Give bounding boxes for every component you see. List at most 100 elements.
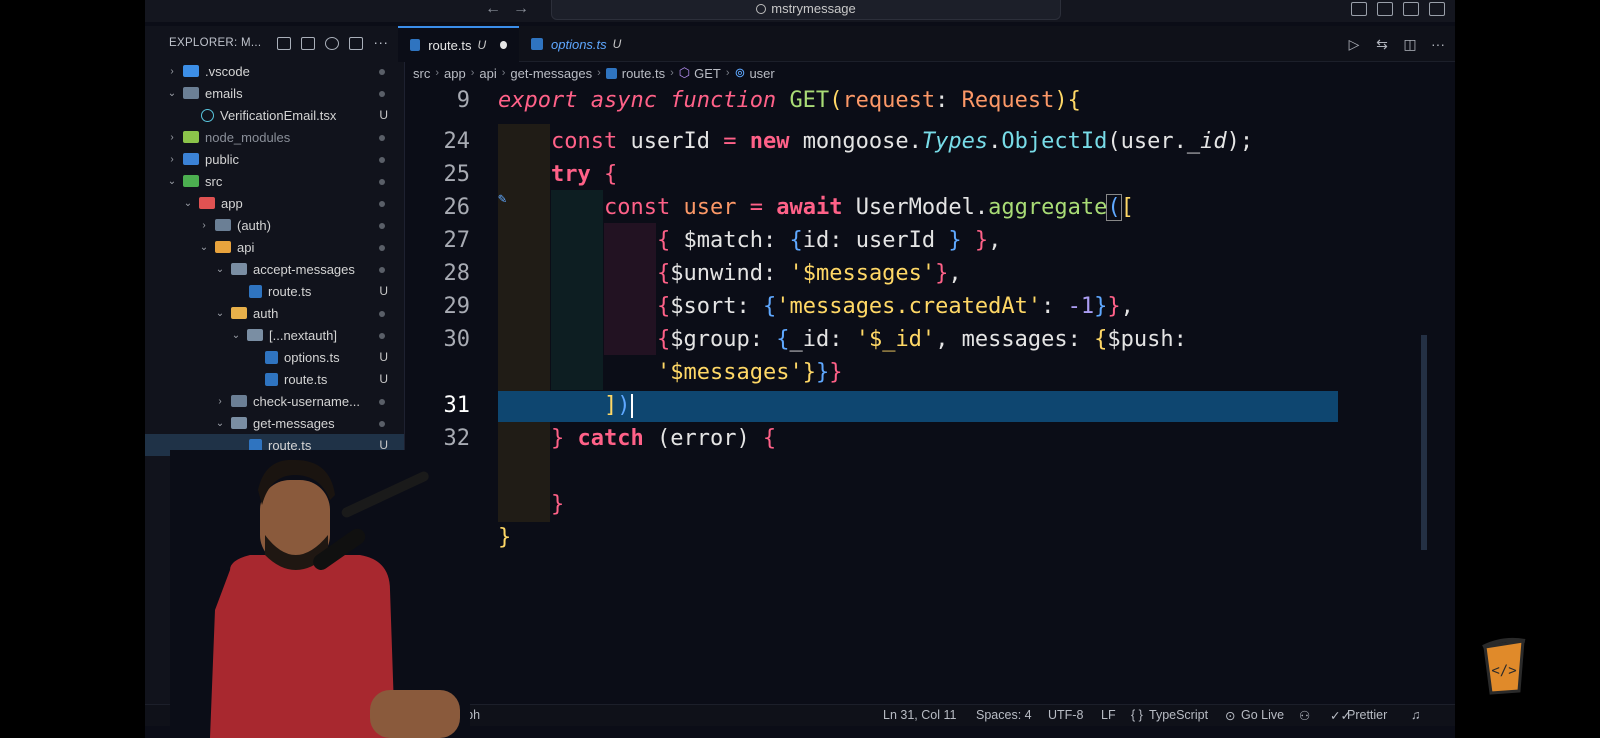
tree-item[interactable]: ⌄ src <box>145 170 404 192</box>
folder-icon <box>215 219 231 231</box>
chevron-right-icon[interactable]: › <box>213 396 227 407</box>
breadcrumb-item[interactable]: user <box>749 66 774 81</box>
tree-item[interactable]: ⌄ get-messages <box>145 412 404 434</box>
variable-symbol-icon: ⊚ <box>734 65 746 80</box>
go-live-button[interactable]: Go Live <box>1241 708 1284 722</box>
tree-item-label: check-username... <box>253 393 360 409</box>
tree-item[interactable]: › node_modules <box>145 126 404 148</box>
chevron-down-icon[interactable]: ⌄ <box>181 198 195 209</box>
breadcrumb-item[interactable]: route.ts <box>622 66 665 81</box>
auth-folder-icon <box>231 307 247 319</box>
breadcrumb-item[interactable]: get-messages <box>510 66 592 81</box>
presenter-webcam-overlay <box>170 450 470 738</box>
encoding[interactable]: UTF-8 <box>1048 708 1083 722</box>
tree-item[interactable]: › public <box>145 148 404 170</box>
folder-open-icon <box>231 417 247 429</box>
chevron-down-icon[interactable]: ⌄ <box>213 308 227 319</box>
tree-item[interactable]: ⌄ app <box>145 192 404 214</box>
tab-options-ts[interactable]: options.ts U <box>519 26 651 62</box>
tree-item[interactable]: VerificationEmail.tsx U <box>145 104 404 126</box>
git-status-dot <box>379 179 385 185</box>
collapse-all-icon[interactable] <box>349 36 364 50</box>
tree-item[interactable]: ⌄ emails <box>145 82 404 104</box>
tree-item-label: get-messages <box>253 415 335 431</box>
tab-route-ts[interactable]: route.ts U <box>398 26 519 62</box>
language-mode[interactable]: TypeScript <box>1149 708 1208 722</box>
chevron-right-icon[interactable]: › <box>197 220 211 231</box>
tree-item[interactable]: ⌄ [...nextauth] <box>145 324 404 346</box>
new-folder-icon[interactable] <box>301 36 316 50</box>
end-of-line[interactable]: LF <box>1101 708 1116 722</box>
tree-item[interactable]: route.ts U <box>145 280 404 302</box>
source-control-compare-icon[interactable]: ⇆ <box>1375 36 1389 53</box>
breadcrumb-item[interactable]: src <box>413 66 430 81</box>
back-arrow-icon[interactable]: ← <box>485 0 501 18</box>
git-status-badge: U <box>379 108 388 122</box>
cursor-position[interactable]: Ln 31, Col 11 <box>883 708 956 722</box>
git-status-badge: U <box>379 284 388 298</box>
breadcrumb-item[interactable]: GET <box>694 66 721 81</box>
public-folder-icon <box>183 153 199 165</box>
tab-label: route.ts <box>428 37 472 53</box>
chevron-down-icon[interactable]: ⌄ <box>165 176 179 187</box>
git-status-dot <box>379 91 385 97</box>
code-editor[interactable]: 9242526272829303132333435 export async f… <box>398 84 1455 704</box>
toggle-secondary-sidebar-icon[interactable] <box>1403 2 1419 16</box>
tree-item-label: emails <box>205 85 243 101</box>
folder-open-icon <box>231 263 247 275</box>
chevron-down-icon[interactable]: ⌄ <box>213 418 227 429</box>
more-actions-icon[interactable]: ··· <box>1431 36 1445 53</box>
chevron-right-icon[interactable]: › <box>165 132 179 143</box>
refresh-icon[interactable] <box>325 36 340 50</box>
tree-item[interactable]: › (auth) <box>145 214 404 236</box>
code-line-30: {$group: {_id: '$_id', messages: {$push: <box>657 327 1187 352</box>
tree-item-label: options.ts <box>284 349 340 365</box>
chevron-down-icon[interactable]: ⌄ <box>165 88 179 99</box>
tree-item-label: route.ts <box>268 283 312 299</box>
tree-item[interactable]: route.ts U <box>145 368 404 390</box>
tree-item[interactable]: › .vscode <box>145 60 404 82</box>
line-number: 31 <box>443 393 471 418</box>
command-center-search[interactable]: mstrymessage <box>551 0 1061 20</box>
notifications-bell-icon[interactable]: ♫ <box>1411 708 1420 722</box>
tree-item[interactable]: ⌄ auth <box>145 302 404 324</box>
new-file-icon[interactable] <box>277 36 292 50</box>
toggle-panel-icon[interactable] <box>1377 2 1393 16</box>
indentation[interactable]: Spaces: 4 <box>976 708 1032 722</box>
git-status-dot <box>379 333 385 339</box>
prettier-button[interactable]: Prettier <box>1347 708 1387 722</box>
tree-item[interactable]: › check-username... <box>145 390 404 412</box>
chevron-right-icon[interactable]: › <box>165 66 179 77</box>
tree-item-label: api <box>237 239 255 255</box>
editor-scrollbar[interactable] <box>1421 335 1427 550</box>
chevron-right-icon[interactable]: › <box>165 154 179 165</box>
api-folder-icon <box>215 241 231 253</box>
tree-item[interactable]: ⌄ api <box>145 236 404 258</box>
accounts-icon[interactable]: ⚇ <box>1299 708 1310 723</box>
breadcrumb-item[interactable]: api <box>479 66 496 81</box>
run-icon[interactable]: ▷ <box>1347 36 1361 53</box>
more-actions-icon[interactable]: ··· <box>373 35 388 50</box>
line-number: 30 <box>443 327 471 352</box>
channel-logo-icon: </> <box>1482 637 1526 695</box>
lightbulb-icon[interactable]: ✎ <box>498 191 506 207</box>
tree-item-label: src <box>205 173 223 189</box>
split-editor-icon[interactable]: ◫ <box>1403 36 1417 53</box>
toggle-sidebar-icon[interactable] <box>1351 2 1367 16</box>
code-line-35: } <box>498 525 512 550</box>
chevron-down-icon[interactable]: ⌄ <box>197 242 211 253</box>
modified-dot-icon[interactable] <box>500 41 507 49</box>
chevron-down-icon[interactable]: ⌄ <box>213 264 227 275</box>
breadcrumb-item[interactable]: app <box>444 66 466 81</box>
tree-item[interactable]: options.ts U <box>145 346 404 368</box>
tree-item[interactable]: ⌄ accept-messages <box>145 258 404 280</box>
typescript-file-icon <box>265 350 278 364</box>
code-line-34: } <box>551 492 565 517</box>
customize-layout-icon[interactable] <box>1429 2 1445 16</box>
tree-item-label: (auth) <box>237 217 271 233</box>
git-status-dot <box>379 267 385 273</box>
chevron-down-icon[interactable]: ⌄ <box>229 330 243 341</box>
explorer-title: EXPLORER: M... <box>169 37 262 49</box>
line-number: 25 <box>443 162 471 187</box>
forward-arrow-icon[interactable]: → <box>513 0 529 18</box>
